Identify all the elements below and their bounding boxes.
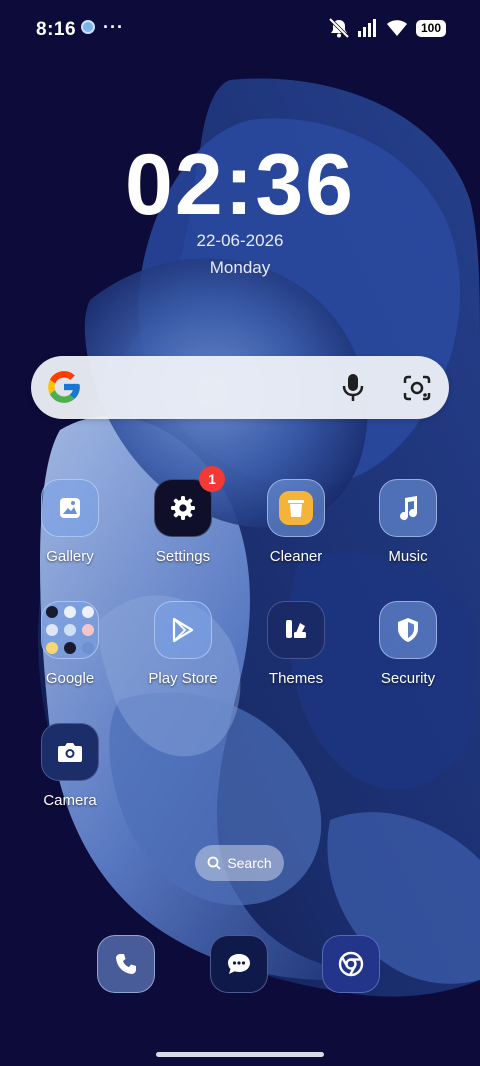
app-camera[interactable]: Camera [20,723,120,809]
app-label: Gallery [46,548,94,565]
app-search-pill[interactable]: Search [195,845,284,881]
gesture-nav-handle[interactable] [156,1052,324,1057]
app-label: Camera [43,792,97,809]
status-right-icons: 100 [328,18,446,38]
status-left-icons: ··· [81,17,124,37]
more-notifications-icon: ··· [103,17,124,37]
status-time: 8:16 [36,19,77,40]
app-label: Google [45,670,95,687]
app-status-icon [81,20,95,34]
search-icon [207,856,221,870]
silent-mode-icon [328,18,350,38]
battery-icon: 100 [416,19,446,37]
app-label: Cleaner [269,548,323,565]
app-gallery[interactable]: Gallery [20,479,120,565]
music-note-icon [379,479,437,537]
app-label: Themes [268,670,324,687]
app-play-store[interactable]: Play Store [133,601,233,687]
app-label: Settings [155,548,211,565]
app-music[interactable]: Music [358,479,458,565]
google-logo [48,371,80,403]
dock-phone-button[interactable] [97,935,155,993]
camera-icon [41,723,99,781]
status-bar: 8:16 ··· 100 [0,0,480,60]
themes-icon [267,601,325,659]
app-label: Music [388,548,428,565]
app-label: Security [380,670,436,687]
dock-messages-button[interactable] [210,935,268,993]
trash-icon [267,479,325,537]
wifi-icon [387,20,407,36]
phone-icon [116,954,136,974]
folder-google[interactable]: Google [20,601,120,687]
message-icon [228,954,250,974]
clock-time[interactable]: 02:36 [0,135,480,235]
signal-icon [358,19,376,37]
folder-icon [41,601,99,659]
app-label: Play Store [148,670,218,687]
app-security[interactable]: Security [358,601,458,687]
notification-badge: 1 [199,466,225,492]
clock-day: Monday [209,258,271,277]
app-settings[interactable]: 1 Settings [133,466,233,565]
mic-icon[interactable] [342,373,364,403]
gear-icon: 1 [154,466,225,537]
app-themes[interactable]: Themes [246,601,346,687]
lens-icon[interactable] [403,375,431,401]
app-cleaner[interactable]: Cleaner [246,479,346,565]
dock-chrome-button[interactable] [322,935,380,993]
google-search-bar[interactable] [31,356,449,419]
clock-date: 22-06-2026 [196,231,284,250]
search-pill-label: Search [227,855,272,871]
play-store-icon [154,601,212,659]
chrome-icon [338,951,364,977]
shield-icon [379,601,437,659]
gallery-icon [41,479,99,537]
